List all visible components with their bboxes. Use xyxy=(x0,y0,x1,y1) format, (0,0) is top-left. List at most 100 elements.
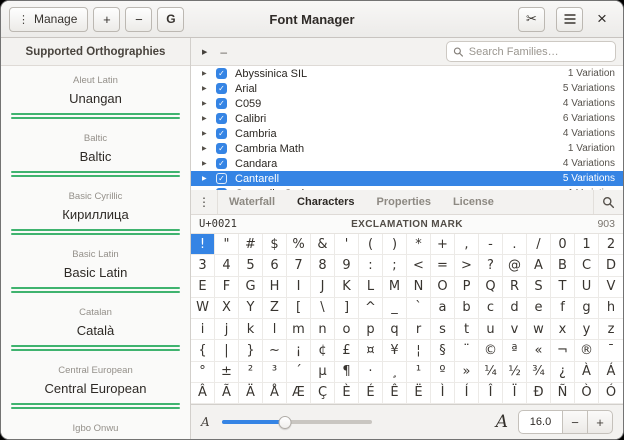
glyph-cell[interactable]: ¢ xyxy=(311,340,335,361)
glyph-cell[interactable]: ¡ xyxy=(287,340,311,361)
glyph-cell[interactable]: W xyxy=(191,298,215,319)
glyph-cell[interactable]: « xyxy=(527,340,551,361)
glyph-cell[interactable]: - xyxy=(479,234,503,255)
glyph-cell[interactable]: y xyxy=(575,319,599,340)
glyph-cell[interactable]: Ê xyxy=(383,383,407,404)
glyph-cell[interactable]: 0 xyxy=(551,234,575,255)
glyph-cell[interactable]: e xyxy=(527,298,551,319)
expander-icon[interactable]: ▶ xyxy=(202,85,216,92)
glyph-cell[interactable]: z xyxy=(599,319,623,340)
glyph-cell[interactable]: » xyxy=(455,362,479,383)
glyph-cell[interactable]: w xyxy=(527,319,551,340)
glyph-cell[interactable]: 9 xyxy=(335,255,359,276)
glyph-cell[interactable]: " xyxy=(215,234,239,255)
close-button[interactable]: × xyxy=(589,6,615,32)
glyph-cell[interactable]: } xyxy=(239,340,263,361)
orthography-item[interactable]: Basic LatinBasic Latin xyxy=(1,240,190,298)
glyph-cell[interactable]: £ xyxy=(335,340,359,361)
glyph-cell[interactable]: ~ xyxy=(263,340,287,361)
orthography-item[interactable]: Igbo OnwuIgbo Onwu xyxy=(1,414,190,439)
glyph-cell[interactable]: · xyxy=(359,362,383,383)
preview-menu-button[interactable]: ⋮ xyxy=(191,190,218,214)
expander-icon[interactable]: ▶ xyxy=(202,145,216,152)
glyph-cell[interactable]: É xyxy=(359,383,383,404)
glyph-cell[interactable]: P xyxy=(455,277,479,298)
glyph-cell[interactable]: R xyxy=(503,277,527,298)
orthography-item[interactable]: BalticBaltic xyxy=(1,124,190,182)
tab-license[interactable]: License xyxy=(442,190,505,214)
orthography-item[interactable]: CatalanCatalà xyxy=(1,298,190,356)
glyph-cell[interactable]: k xyxy=(239,319,263,340)
glyph-cell[interactable]: ³ xyxy=(263,362,287,383)
glyph-cell[interactable]: A xyxy=(527,255,551,276)
font-family-row[interactable]: ▶✓Calibri6 Variations xyxy=(191,111,623,126)
font-enabled-checkbox[interactable]: ✓ xyxy=(216,113,227,124)
expander-icon[interactable]: ▶ xyxy=(202,70,216,77)
glyph-cell[interactable]: ¼ xyxy=(479,362,503,383)
tools-button[interactable]: ✂ xyxy=(518,7,545,32)
glyph-cell[interactable]: , xyxy=(455,234,479,255)
glyph-cell[interactable]: 4 xyxy=(215,255,239,276)
font-family-row[interactable]: ▶✓Cambria4 Variations xyxy=(191,126,623,141)
glyph-cell[interactable]: f xyxy=(551,298,575,319)
preview-size-slider[interactable] xyxy=(222,415,372,430)
glyph-cell[interactable]: b xyxy=(455,298,479,319)
glyph-cell[interactable]: ª xyxy=(503,340,527,361)
size-value-input[interactable] xyxy=(518,410,563,434)
glyph-cell[interactable]: L xyxy=(359,277,383,298)
glyph-cell[interactable]: I xyxy=(287,277,311,298)
font-enabled-checkbox[interactable]: ✓ xyxy=(216,83,227,94)
expander-icon[interactable]: ▶ xyxy=(202,100,216,107)
glyph-cell[interactable]: ] xyxy=(335,298,359,319)
glyph-cell[interactable]: h xyxy=(599,298,623,319)
orthography-item[interactable]: Central EuropeanCentral European xyxy=(1,356,190,414)
glyph-cell[interactable]: { xyxy=(191,340,215,361)
glyph-cell[interactable]: S xyxy=(527,277,551,298)
font-enabled-checkbox[interactable]: ✓ xyxy=(216,68,227,79)
orthography-item[interactable]: Basic CyrillicКириллица xyxy=(1,182,190,240)
glyph-cell[interactable]: 3 xyxy=(191,255,215,276)
glyph-cell[interactable]: ¹ xyxy=(407,362,431,383)
glyph-cell[interactable]: Å xyxy=(263,383,287,404)
font-family-row[interactable]: ▶✓Candara4 Variations xyxy=(191,156,623,171)
glyph-cell[interactable]: : xyxy=(359,255,383,276)
glyph-cell[interactable]: Ñ xyxy=(551,383,575,404)
glyph-cell[interactable]: Ç xyxy=(311,383,335,404)
glyph-cell[interactable]: ¥ xyxy=(383,340,407,361)
glyph-cell[interactable]: º xyxy=(431,362,455,383)
glyph-cell[interactable]: Ò xyxy=(575,383,599,404)
glyph-cell[interactable]: ; xyxy=(383,255,407,276)
glyph-cell[interactable]: | xyxy=(215,340,239,361)
search-families-input[interactable] xyxy=(469,46,609,58)
glyph-cell[interactable]: s xyxy=(431,319,455,340)
glyph-cell[interactable]: Z xyxy=(263,298,287,319)
glyph-cell[interactable]: § xyxy=(431,340,455,361)
glyph-cell[interactable]: Ð xyxy=(527,383,551,404)
glyph-cell[interactable]: X xyxy=(215,298,239,319)
font-family-row[interactable]: ▶✓Abyssinica SIL1 Variation xyxy=(191,66,623,81)
glyph-cell[interactable]: ` xyxy=(407,298,431,319)
glyph-cell[interactable]: ¯ xyxy=(599,340,623,361)
glyph-cell[interactable]: < xyxy=(407,255,431,276)
glyph-cell[interactable]: j xyxy=(215,319,239,340)
expander-icon[interactable]: ▶ xyxy=(202,115,216,122)
glyph-cell[interactable]: ¾ xyxy=(527,362,551,383)
glyph-cell[interactable]: Y xyxy=(239,298,263,319)
glyph-cell[interactable]: + xyxy=(431,234,455,255)
glyph-cell[interactable]: [ xyxy=(287,298,311,319)
glyph-cell[interactable]: ¨ xyxy=(455,340,479,361)
glyph-cell[interactable]: $ xyxy=(263,234,287,255)
glyph-cell[interactable]: = xyxy=(431,255,455,276)
glyph-cell[interactable]: Ó xyxy=(599,383,623,404)
size-decrease-button[interactable]: − xyxy=(562,410,588,434)
glyph-cell[interactable]: q xyxy=(383,319,407,340)
glyph-cell[interactable]: ¿ xyxy=(551,362,575,383)
glyph-cell[interactable]: V xyxy=(599,277,623,298)
glyph-cell[interactable]: B xyxy=(551,255,575,276)
tab-properties[interactable]: Properties xyxy=(366,190,442,214)
glyph-cell[interactable]: 6 xyxy=(263,255,287,276)
glyph-cell[interactable]: r xyxy=(407,319,431,340)
glyph-cell[interactable]: Q xyxy=(479,277,503,298)
expander-icon[interactable]: ▶ xyxy=(202,160,216,167)
glyph-cell[interactable]: J xyxy=(311,277,335,298)
